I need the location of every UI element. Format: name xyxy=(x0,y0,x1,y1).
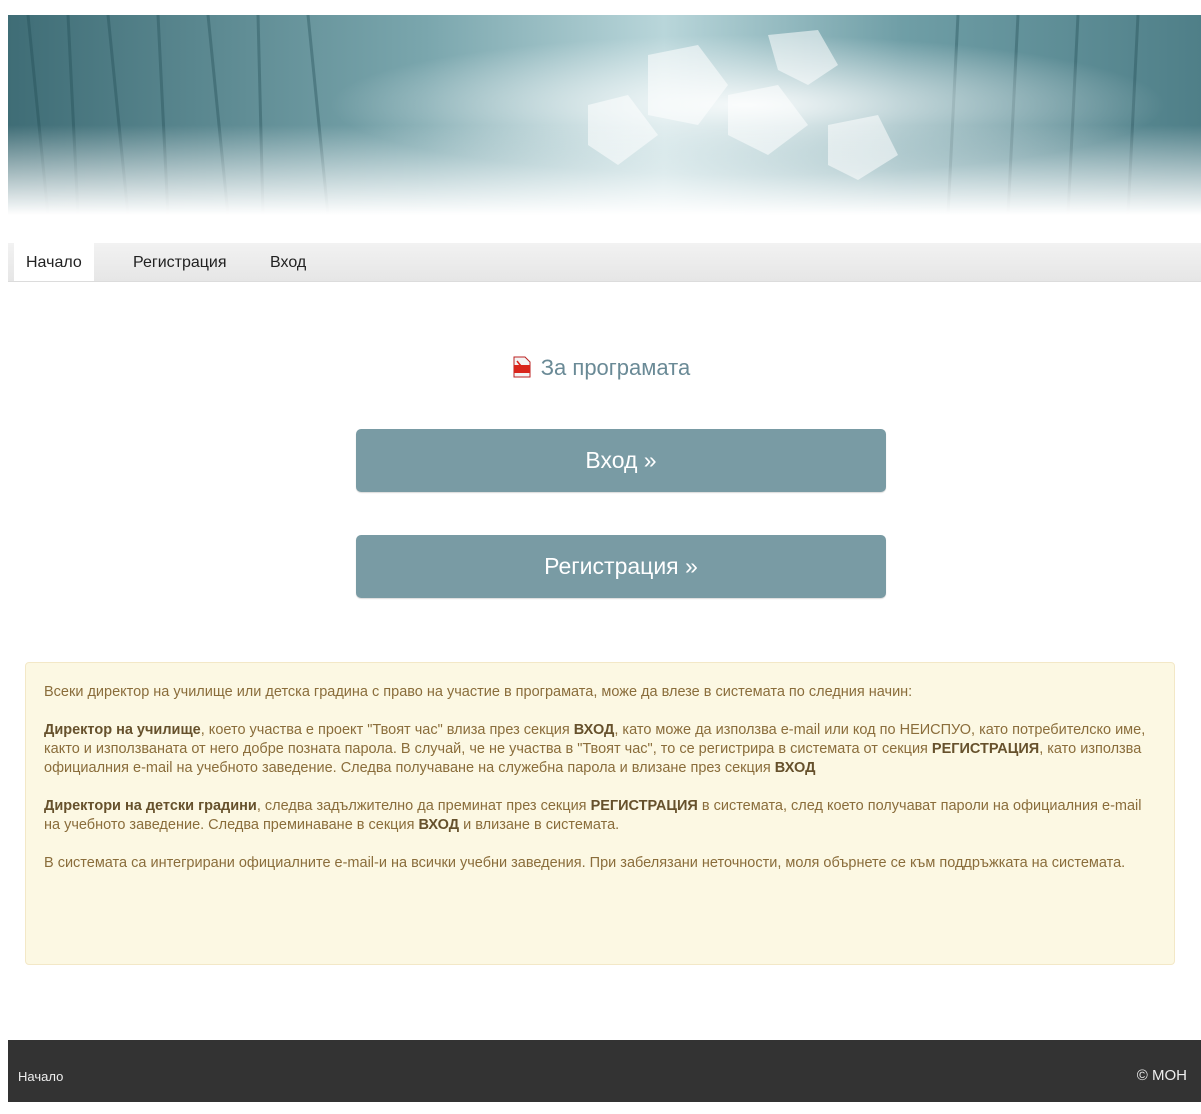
nav-item-registration[interactable]: Регистрация xyxy=(133,243,227,281)
notice-text: , следва задължително да преминат през с… xyxy=(256,798,591,814)
login-button[interactable]: Вход » xyxy=(356,429,886,492)
about-program-link[interactable]: За програмата xyxy=(0,355,1201,385)
info-notice: Всеки директор на училище или детска гра… xyxy=(25,662,1175,965)
notice-strong: РЕГИСТРАЦИЯ xyxy=(590,798,698,814)
notice-text: , което участва е проект "Твоят час" вли… xyxy=(200,722,574,738)
notice-integration: В системата са интегрирани официалните e… xyxy=(44,855,1126,871)
footer-home-link[interactable]: Начало xyxy=(18,1040,63,1114)
notice-strong: ВХОД xyxy=(573,722,615,738)
about-program-label: За програмата xyxy=(540,355,691,380)
nav-item-home[interactable]: Начало xyxy=(14,243,94,281)
notice-intro: Всеки директор на училище или детска гра… xyxy=(44,684,913,700)
footer: Начало © МОН xyxy=(8,1040,1201,1102)
nav-item-login[interactable]: Вход xyxy=(270,243,306,281)
notice-strong: ВХОД xyxy=(418,817,460,833)
pdf-icon xyxy=(511,355,533,385)
notice-text: и влизане в системата. xyxy=(459,817,620,833)
notice-strong: ВХОД xyxy=(774,760,816,776)
main-nav: Начало Регистрация Вход xyxy=(8,243,1201,282)
footer-copyright: © МОН xyxy=(1136,1067,1187,1084)
notice-strong: Директор на училище xyxy=(44,722,201,738)
notice-school-directors: Директор на училище, което участва е про… xyxy=(44,721,1156,778)
banner-image xyxy=(8,15,1201,215)
notice-strong: Директори на детски градини xyxy=(44,798,257,814)
notice-strong: РЕГИСТРАЦИЯ xyxy=(931,741,1040,757)
notice-kindergarten-directors: Директори на детски градини, следва задъ… xyxy=(44,797,1156,835)
register-button[interactable]: Регистрация » xyxy=(356,535,886,598)
header-banner xyxy=(8,15,1201,215)
